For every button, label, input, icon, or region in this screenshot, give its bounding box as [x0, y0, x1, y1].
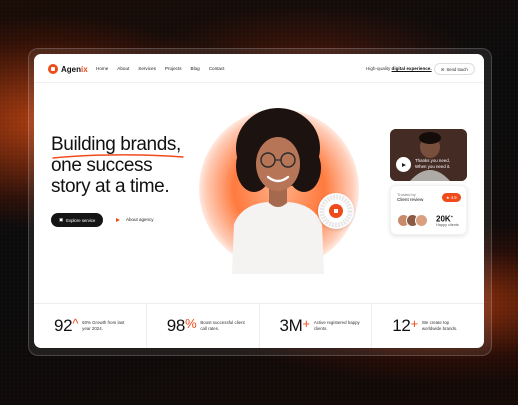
video-caption: Thanks you need, When you need it.: [415, 158, 451, 169]
brand-name: Agenix: [61, 64, 88, 74]
stat-description: Active registered happy clients.: [313, 320, 360, 331]
nav-link-contact[interactable]: Contact: [209, 66, 225, 71]
client-review-card: Trusted by Client review ★ 4.9 20K+ Happ…: [390, 185, 467, 235]
client-count-label: Happy clients: [436, 223, 459, 227]
rating-badge: ★ 4.9: [442, 193, 461, 202]
nav-links: Home About Services Projects Blog Contac…: [96, 66, 225, 71]
stat-call-rates: 98% Boost successful client call rates.: [147, 304, 260, 348]
stat-value: 92^: [54, 316, 79, 335]
stat-growth: 92^ 60% Growth from last year 2024.: [34, 304, 147, 348]
grid-icon: ▣: [59, 217, 64, 222]
trust-title: Client review: [397, 197, 424, 202]
hero-portrait-image: [232, 108, 324, 274]
about-agency-button[interactable]: About agency: [116, 217, 154, 222]
play-icon: [116, 217, 120, 222]
play-icon: [402, 162, 406, 167]
stat-brands: 12+ We create top worldwide brands.: [372, 304, 484, 348]
nav-divider: [34, 82, 484, 83]
nav-link-blog[interactable]: Blog: [191, 66, 200, 71]
nav-link-services[interactable]: Services: [138, 66, 156, 71]
badge-icon: [319, 194, 353, 228]
mail-icon: ✉: [441, 66, 445, 72]
nav-link-projects[interactable]: Projects: [165, 66, 182, 71]
brand-logo[interactable]: Agenix: [48, 64, 88, 74]
video-thumbnail: [390, 129, 467, 181]
stats-bar: 92^ 60% Growth from last year 2024. 98% …: [34, 303, 484, 348]
client-avatars: [397, 214, 428, 227]
video-testimonial-card[interactable]: Thanks you need, When you need it.: [390, 129, 467, 181]
logo-icon: [48, 64, 58, 74]
tagline-link[interactable]: digital experience.: [392, 66, 432, 71]
stat-description: 60% Growth from last year 2024.: [82, 320, 125, 331]
rotating-badge: [318, 193, 354, 229]
stat-clients: 3M+ Active registered happy clients.: [260, 304, 373, 348]
star-icon: ★: [446, 195, 450, 200]
stat-value: 12+: [392, 316, 418, 335]
top-navigation: Agenix Home About Services Projects Blog…: [34, 54, 484, 84]
nav-tagline: High-quality digital experience.: [366, 66, 432, 71]
send-touch-button[interactable]: ✉ Send touch: [434, 63, 475, 75]
avatar: [415, 214, 428, 227]
nav-link-about[interactable]: About: [117, 66, 129, 71]
explore-service-button[interactable]: ▣ Explore service: [51, 213, 104, 227]
video-play-button[interactable]: [396, 157, 411, 172]
stat-description: Boost successful client call rates.: [200, 320, 245, 331]
nav-link-home[interactable]: Home: [96, 66, 108, 71]
title-underline-swoosh: [52, 154, 184, 159]
website-preview: Agenix Home About Services Projects Blog…: [34, 54, 484, 348]
hero-title: Building brands, one success story at a …: [51, 134, 181, 197]
stat-value: 3M+: [279, 316, 311, 335]
stat-description: We create top worldwide brands.: [421, 320, 458, 331]
stat-value: 98%: [166, 316, 197, 335]
